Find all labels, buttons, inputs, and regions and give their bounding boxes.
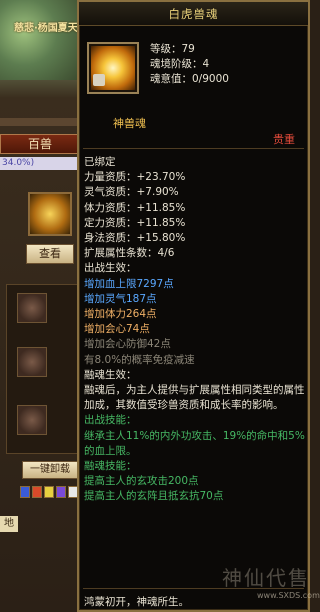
fusion-skill-line: 提高主人的玄阵且抵玄抗70点: [84, 490, 224, 503]
level-stat: 等级：79: [150, 43, 195, 55]
list-item[interactable]: [17, 405, 47, 435]
item-title: 白虎兽魂: [79, 2, 308, 26]
skill-slot-icon[interactable]: [32, 486, 42, 498]
combat-effect-line: 增加会心74点: [84, 323, 150, 336]
watermark-logo: 神仙代售: [222, 562, 312, 590]
list-item[interactable]: [17, 347, 47, 377]
fusion-skill-line: 提高主人的玄攻击200点: [84, 475, 199, 488]
list-item[interactable]: [17, 293, 47, 323]
lock-badge-icon: [93, 74, 105, 86]
combat-effect-list: 增加血上限7297点 增加灵气187点 增加体力264点 增加会心74点增加会心防御4…: [84, 277, 306, 368]
attribute-line: 身法资质：+15.80%: [84, 232, 186, 245]
item-details: 已绑定 力量资质：+23.70% 灵气资质：+7.90% 体力资质：+11.85% 定…: [84, 155, 306, 505]
item-tooltip: 白虎兽魂 等级：79 魂境阶级：4 魂意值：0/9000 神兽魂 贵重 已绑定 …: [77, 0, 320, 612]
tab-beasts[interactable]: 百兽: [0, 134, 80, 154]
beast-soul-slot[interactable]: [28, 192, 72, 236]
watermark-text: 神仙代售: [222, 566, 310, 590]
combat-skill-header: 出战技能：: [84, 414, 137, 427]
skill-slot-icon[interactable]: [44, 486, 54, 498]
combat-effect-header: 出战生效：: [84, 262, 137, 275]
event-banner[interactable]: 慈悲·杨国夏天: [0, 0, 80, 80]
view-button[interactable]: 查看: [26, 244, 74, 264]
attribute-list: 力量资质：+23.70% 灵气资质：+7.90% 体力资质：+11.85% 定力资质：…: [84, 170, 306, 261]
progress-percent-label: 34.0%): [0, 157, 80, 170]
item-type: 神兽魂: [113, 117, 146, 130]
fusion-skill-list: 提高主人的玄攻击200点提高主人的玄阵且抵玄抗70点: [84, 474, 306, 504]
item-rarity: 贵重: [273, 133, 295, 146]
combat-effect-line: 增加灵气187点: [84, 292, 157, 305]
combat-effect-line: 有8.0%的概率免疫减速: [84, 353, 195, 366]
fusion-effect-desc: 融魂后，为主人提供与扩展属性相同类型的属性加成，其数值受珍兽资质和成长率的影响。: [84, 384, 305, 412]
attribute-line: 灵气资质：+7.90%: [84, 186, 179, 199]
item-stats: 等级：79 魂境阶级：4 魂意值：0/9000: [150, 42, 300, 87]
skill-slot-icon[interactable]: [56, 486, 66, 498]
event-banner-text: 慈悲·杨国夏天: [14, 23, 78, 34]
item-icon-frame: [87, 42, 139, 94]
combat-effect-line: 增加会心防御42点: [84, 338, 171, 351]
unload-all-button[interactable]: 一键卸载: [22, 461, 78, 479]
skill-bar: [20, 486, 78, 500]
fusion-effect-header: 融魂生效：: [84, 368, 137, 381]
item-flavor-text: 鸿蒙初开，神魂所生。: [84, 596, 189, 608]
combat-effect-line: 增加血上限7297点: [84, 277, 174, 290]
attribute-line: 力量资质：+23.70%: [84, 171, 186, 184]
beast-list: [6, 284, 78, 454]
game-background-panel: 慈悲·杨国夏天 百兽 34.0%) 查看 一键卸载 地: [0, 0, 80, 612]
soul-intent-stat: 魂意值：0/9000: [150, 73, 229, 85]
attribute-line: 定力资质：+11.85%: [84, 216, 186, 229]
divider: [83, 148, 304, 149]
attribute-line: 扩展属性条数：4/6: [84, 247, 175, 260]
soul-realm-stat: 魂境阶级：4: [150, 58, 210, 70]
attribute-line: 体力资质：+11.85%: [84, 201, 186, 214]
skill-slot-icon[interactable]: [20, 486, 30, 498]
ground-tab[interactable]: 地: [0, 516, 18, 532]
divider: [83, 588, 304, 589]
combat-effect-line: 增加体力264点: [84, 308, 157, 321]
fusion-skill-header: 融魂技能：: [84, 460, 137, 473]
background-strip: [0, 118, 80, 126]
combat-skill-desc: 继承主人11%的内外功攻击、19%的命中和5%的血上限。: [84, 429, 305, 457]
bound-status: 已绑定: [84, 156, 116, 168]
